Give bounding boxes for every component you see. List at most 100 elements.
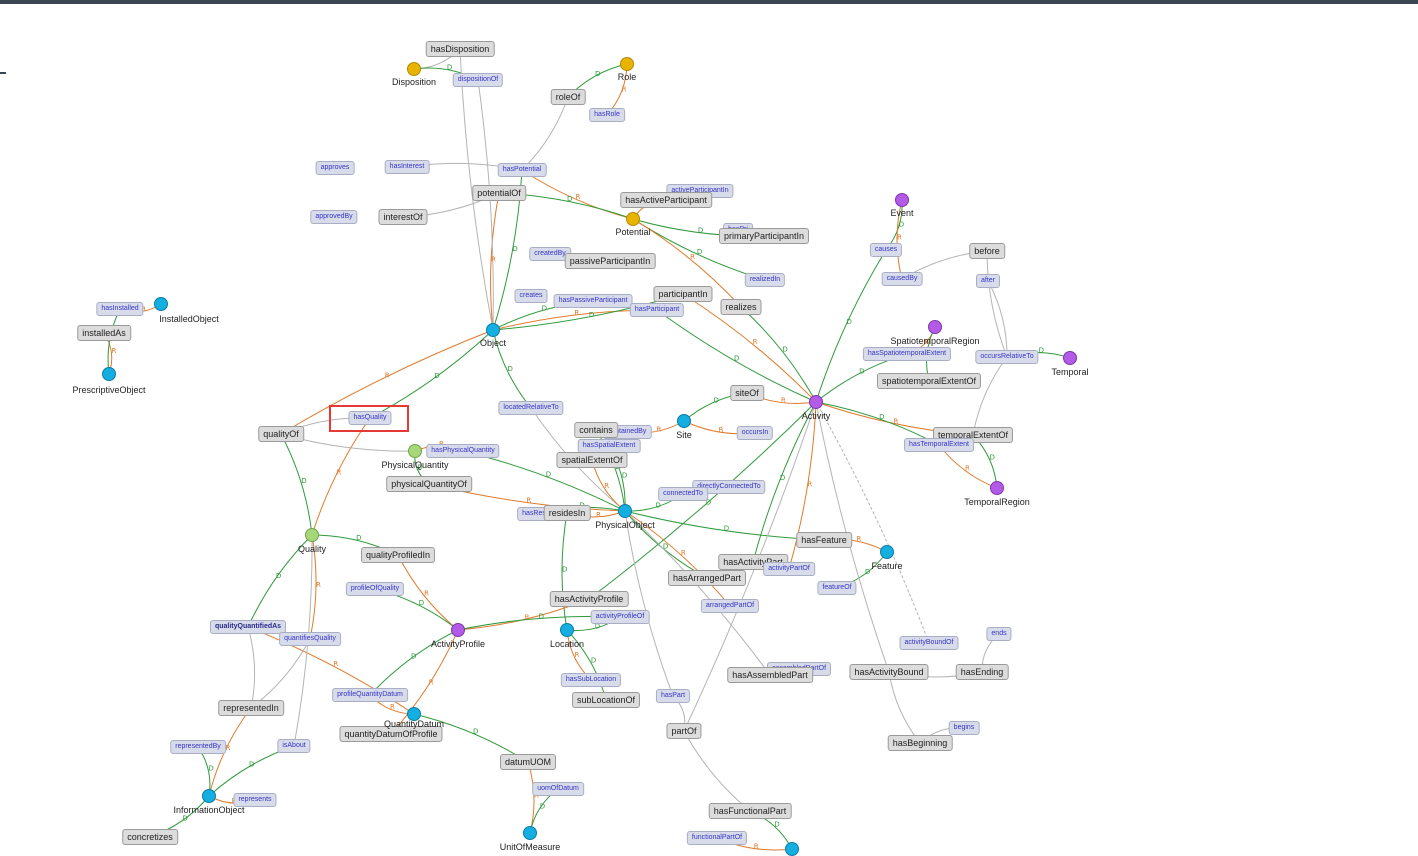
class-node-prescriptive-object[interactable]	[102, 367, 116, 381]
property-has-feature[interactable]: hasFeature	[796, 532, 852, 548]
property-has-arranged-part[interactable]: hasArrangedPart	[667, 570, 747, 586]
class-node-activity[interactable]	[809, 395, 823, 409]
property-approved-by[interactable]: approvedBy	[310, 210, 358, 224]
property-after[interactable]: after	[975, 274, 1001, 288]
property-caused-by[interactable]: causedBy	[881, 272, 923, 286]
property-profile-of-quality[interactable]: profileOfQuality	[345, 582, 405, 596]
property-has-quality[interactable]: hasQuality	[348, 411, 392, 425]
property-quality-of[interactable]: qualityOf	[258, 426, 304, 442]
property-before[interactable]: before	[969, 243, 1005, 259]
property-has-interest[interactable]: hasInterest	[384, 160, 430, 174]
property-has-participant[interactable]: hasParticipant	[629, 303, 685, 317]
property-quality-quantified-as[interactable]: qualityQuantifiedAs	[209, 620, 287, 634]
property-concretizes[interactable]: concretizes	[122, 829, 178, 845]
property-has-activity-profile[interactable]: hasActivityProfile	[549, 591, 629, 607]
class-node-activity-profile[interactable]	[451, 623, 465, 637]
property-spatiotemporal-extent-of[interactable]: spatiotemporalExtentOf	[876, 373, 982, 389]
class-node-physical-object[interactable]	[618, 504, 632, 518]
property-begins[interactable]: begins	[948, 721, 980, 735]
class-node-quality[interactable]	[305, 528, 319, 542]
class-node-feature[interactable]	[880, 545, 894, 559]
property-interest-of[interactable]: interestOf	[378, 209, 428, 225]
property-has-potential[interactable]: hasPotential	[497, 163, 547, 177]
property-located-relative-to[interactable]: locatedRelativeTo	[498, 401, 564, 415]
property-spatial-extent-of[interactable]: spatialExtentOf	[556, 452, 628, 468]
property-resides-in[interactable]: residesIn	[543, 505, 591, 521]
property-datum-uom[interactable]: datumUOM	[499, 754, 557, 770]
property-has-role[interactable]: hasRole	[589, 108, 625, 122]
class-node-disposition[interactable]	[407, 62, 421, 76]
property-activity-part-of[interactable]: activityPartOf	[763, 562, 815, 576]
property-sub-location-of[interactable]: subLocationOf	[571, 692, 641, 708]
property-role-of[interactable]: roleOf	[550, 89, 586, 105]
property-primary-participant-in[interactable]: primaryParticipantIn	[718, 228, 810, 244]
property-quantifies-quality[interactable]: quantifiesQuality	[279, 632, 341, 646]
class-node-partial[interactable]	[785, 842, 799, 856]
class-node-physical-quantity[interactable]	[408, 444, 422, 458]
class-label-physical-object: PhysicalObject	[595, 520, 655, 530]
class-node-spatiotemporal-region[interactable]	[928, 320, 942, 334]
class-node-location[interactable]	[560, 623, 574, 637]
property-realizes[interactable]: realizes	[720, 299, 762, 315]
property-disposition-of[interactable]: dispositionOf	[452, 73, 504, 87]
class-node-object[interactable]	[486, 323, 500, 337]
property-has-temporal-extent[interactable]: hasTemporalExtent	[904, 438, 974, 452]
class-node-site[interactable]	[677, 414, 691, 428]
property-occurs-in[interactable]: occursIn	[736, 426, 774, 440]
class-label-quantity-datum: QuantityDatum	[383, 719, 445, 729]
property-represented-in[interactable]: representedIn	[218, 700, 284, 716]
property-realized-in[interactable]: realizedIn	[744, 273, 786, 287]
property-has-ending[interactable]: hasEnding	[955, 664, 1009, 680]
property-has-part[interactable]: hasPart	[655, 689, 691, 703]
class-node-unit-of-measure[interactable]	[523, 826, 537, 840]
property-arranged-part-of[interactable]: arrangedPartOf	[700, 599, 760, 613]
property-participant-in[interactable]: participantIn	[653, 286, 713, 302]
property-has-installed[interactable]: hasInstalled	[96, 302, 144, 316]
property-is-about[interactable]: isAbout	[277, 739, 311, 753]
property-has-physical-quantity[interactable]: hasPhysicalQuantity	[426, 444, 500, 458]
property-has-assembled-part[interactable]: hasAssembledPart	[727, 667, 813, 683]
class-label-activity-profile: ActivityProfile	[430, 639, 486, 649]
property-represented-by[interactable]: representedBy	[170, 740, 226, 754]
property-has-beginning[interactable]: hasBeginning	[887, 735, 953, 751]
property-ends[interactable]: ends	[986, 627, 1012, 641]
property-profile-quantity-datum[interactable]: profileQuantityDatum	[332, 688, 408, 702]
property-creates[interactable]: creates	[514, 289, 548, 303]
property-has-functional-part[interactable]: hasFunctionalPart	[708, 803, 792, 819]
class-node-potential[interactable]	[626, 212, 640, 226]
class-label-event: Event	[890, 208, 914, 218]
property-site-of[interactable]: siteOf	[730, 385, 764, 401]
property-potential-of[interactable]: potentialOf	[472, 185, 526, 201]
class-label-role: Role	[617, 72, 637, 82]
property-has-disposition[interactable]: hasDisposition	[425, 41, 495, 57]
property-has-sub-location[interactable]: hasSubLocation	[560, 673, 622, 687]
ontology-graph-canvas[interactable]: hasDisposition dispositionOf roleOf hasRole…	[0, 0, 1418, 856]
class-node-event[interactable]	[895, 193, 909, 207]
property-has-active-participant[interactable]: hasActiveParticipant	[620, 192, 712, 208]
property-installed-as[interactable]: installedAs	[77, 325, 131, 341]
property-physical-quantity-of[interactable]: physicalQuantityOf	[386, 476, 472, 492]
property-activity-bound-of[interactable]: activityBoundOf	[899, 636, 959, 650]
class-node-installed-object[interactable]	[154, 297, 168, 311]
property-uom-of-datum[interactable]: uomOfDatum	[532, 782, 584, 796]
property-has-activity-bound[interactable]: hasActivityBound	[849, 664, 929, 680]
class-node-temporal[interactable]	[1063, 351, 1077, 365]
property-part-of[interactable]: partOf	[666, 723, 702, 739]
property-causes[interactable]: causes	[869, 243, 903, 257]
property-has-spatiotemporal-extent[interactable]: hasSpatiotemporalExtent	[862, 347, 952, 361]
property-functional-part-of[interactable]: functionalPartOf	[686, 831, 748, 845]
property-quality-profiled-in[interactable]: qualityProfiledIn	[360, 547, 436, 563]
property-feature-of[interactable]: featureOf	[817, 581, 857, 595]
property-occurs-relative-to[interactable]: occursRelativeTo	[975, 350, 1039, 364]
class-label-potential: Potential	[615, 227, 651, 237]
property-contains[interactable]: contains	[574, 422, 618, 438]
property-activity-profile-of[interactable]: activityProfileOf	[590, 610, 650, 624]
class-node-temporal-region[interactable]	[990, 481, 1004, 495]
property-passive-participant-in[interactable]: passiveParticipantIn	[564, 253, 656, 269]
property-has-passive-participant[interactable]: hasPassiveParticipant	[553, 294, 633, 308]
property-has-spatial-extent[interactable]: hasSpatialExtent	[577, 439, 641, 453]
property-approves[interactable]: approves	[315, 161, 355, 175]
class-node-role[interactable]	[620, 57, 634, 71]
class-node-information-object[interactable]	[202, 789, 216, 803]
property-connected-to[interactable]: connectedTo	[658, 487, 708, 501]
